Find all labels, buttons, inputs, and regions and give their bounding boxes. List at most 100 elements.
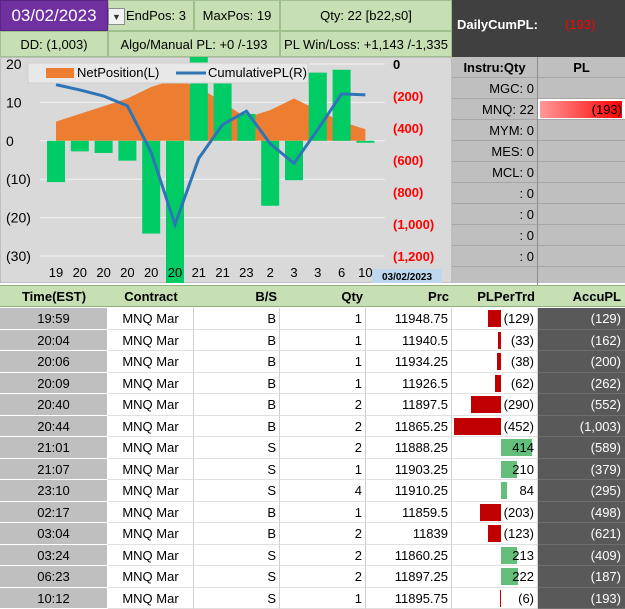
instrument-name: : 0	[452, 204, 538, 225]
instrument-row[interactable]: MGC: 0	[452, 78, 625, 99]
trade-contract: MNQ Mar	[108, 394, 194, 416]
instrument-pl	[538, 246, 625, 267]
table-row[interactable]: 20:40 MNQ Mar B 2 11897.5 (290) (552)	[0, 394, 625, 416]
trade-time: 20:44	[0, 415, 108, 438]
instrument-name: : 0	[452, 246, 538, 267]
instrument-name: MGC: 0	[452, 78, 538, 99]
table-row[interactable]: 10:12 MNQ Mar S 1 11895.75 (6) (193)	[0, 587, 625, 609]
date-dropdown-button[interactable]: ▼	[108, 8, 125, 25]
col-qty[interactable]: Qty	[280, 286, 366, 308]
table-row[interactable]: 03:24 MNQ Mar S 2 11860.25 213 (409)	[0, 544, 625, 567]
instrument-pl	[538, 183, 625, 204]
x-axis-tick: 21	[215, 265, 229, 280]
trade-accu-pl: (162)	[538, 329, 625, 352]
trade-qty: 1	[280, 372, 366, 395]
table-row[interactable]: 20:09 MNQ Mar B 1 11926.5 (62) (262)	[0, 372, 625, 395]
instrument-row[interactable]: : 0	[452, 183, 625, 204]
chart-date-label: 03/02/2023	[382, 272, 432, 283]
right-axis-tick: 0	[393, 57, 400, 72]
instrument-row[interactable]: MYM: 0	[452, 120, 625, 141]
table-row[interactable]: 23:10 MNQ Mar S 4 11910.25 84 (295)	[0, 480, 625, 502]
col-time[interactable]: Time(EST)	[0, 286, 108, 308]
pl-loss-bar	[470, 396, 501, 413]
trade-qty: 1	[280, 501, 366, 524]
trades-header: Time(EST) Contract B/S Qty Prc PLPerTrd …	[0, 285, 625, 307]
col-prc[interactable]: Prc	[366, 286, 452, 308]
right-axis-tick: (800)	[393, 185, 423, 200]
date-cell[interactable]: 03/02/2023	[0, 0, 108, 31]
pl-gain-bar	[501, 482, 508, 499]
col-contract[interactable]: Contract	[108, 286, 194, 308]
trade-pl: (33)	[452, 329, 538, 352]
left-axis-tick: (20)	[6, 210, 31, 226]
instrument-name: MYM: 0	[452, 120, 538, 141]
max-pos-cell: MaxPos: 19	[194, 0, 280, 31]
instrument-row[interactable]: MNQ: 22 (193)	[452, 99, 625, 120]
pl-per-trade-bar	[70, 140, 89, 152]
chevron-down-icon: ▼	[112, 11, 121, 22]
col-side[interactable]: B/S	[194, 286, 280, 308]
table-row[interactable]: 02:17 MNQ Mar B 1 11859.5 (203) (498)	[0, 501, 625, 524]
x-axis-tick: 10	[358, 265, 372, 280]
trade-side: B	[194, 501, 280, 524]
x-axis-tick: 3	[314, 265, 321, 280]
pl-loss-bar	[494, 374, 501, 392]
instrument-name: MCL: 0	[452, 162, 538, 183]
x-axis-tick: 6	[338, 265, 345, 280]
pl-per-trade-bar	[118, 140, 137, 161]
table-row[interactable]: 19:59 MNQ Mar B 1 11948.75 (129) (129)	[0, 308, 625, 330]
x-axis-tick: 23	[239, 265, 253, 280]
x-axis-tick: 19	[49, 265, 63, 280]
instrument-pl	[538, 78, 625, 99]
daily-cum-pl-label: DailyCumPL:	[457, 17, 538, 32]
table-row[interactable]: 03:04 MNQ Mar B 2 11839 (123) (621)	[0, 523, 625, 545]
table-row[interactable]: 21:01 MNQ Mar S 2 11888.25 414 (589)	[0, 437, 625, 459]
col-accu-pl[interactable]: AccuPL	[538, 286, 625, 308]
table-row[interactable]: 06:23 MNQ Mar S 2 11897.25 222 (187)	[0, 566, 625, 588]
daily-cum-pl-value: (193)	[565, 17, 596, 32]
instrument-row[interactable]: MCL: 0	[452, 162, 625, 183]
instrument-header-name: Instru:Qty	[452, 57, 538, 78]
table-row[interactable]: 21:07 MNQ Mar S 1 11903.25 210 (379)	[0, 458, 625, 481]
trade-pl: 84	[452, 480, 538, 502]
trade-pl: 210	[452, 458, 538, 481]
trade-qty: 2	[280, 437, 366, 459]
trade-contract: MNQ Mar	[108, 329, 194, 352]
instrument-pl	[538, 120, 625, 141]
trade-qty: 1	[280, 329, 366, 352]
trade-accu-pl: (1,003)	[538, 415, 625, 438]
trade-side: S	[194, 458, 280, 481]
table-row[interactable]: 20:04 MNQ Mar B 1 11940.5 (33) (162)	[0, 329, 625, 352]
trade-pl: (6)	[452, 587, 538, 609]
left-axis-tick: (10)	[6, 171, 31, 187]
qty-cell: Qty: 22 [b22,s0]	[280, 0, 452, 31]
trade-qty: 1	[280, 587, 366, 609]
trade-accu-pl: (200)	[538, 351, 625, 373]
trade-time: 20:04	[0, 329, 108, 352]
trade-time: 20:06	[0, 351, 108, 373]
instrument-row[interactable]: : 0	[452, 246, 625, 267]
trade-pl-value: (452)	[503, 418, 534, 434]
trade-accu-pl: (498)	[538, 501, 625, 524]
trade-qty: 1	[280, 351, 366, 373]
trade-contract: MNQ Mar	[108, 308, 194, 330]
trade-side: B	[194, 394, 280, 416]
instrument-row[interactable]: : 0	[452, 225, 625, 246]
trade-pl: 414	[452, 437, 538, 459]
trade-price: 11903.25	[366, 458, 452, 481]
left-axis-tick: 20	[6, 57, 22, 72]
table-row[interactable]: 20:44 MNQ Mar B 2 11865.25 (452) (1,003)	[0, 415, 625, 438]
trade-pl: (123)	[452, 523, 538, 545]
trade-pl-value: (123)	[503, 526, 534, 541]
left-axis-tick: 0	[6, 133, 14, 149]
instrument-row[interactable]: MES: 0	[452, 141, 625, 162]
table-row[interactable]: 20:06 MNQ Mar B 1 11934.25 (38) (200)	[0, 351, 625, 373]
col-pl-per-trade[interactable]: PLPerTrd	[452, 286, 538, 308]
trade-side: B	[194, 523, 280, 545]
trade-price: 11897.5	[366, 394, 452, 416]
trade-qty: 4	[280, 480, 366, 502]
instrument-row[interactable]: : 0	[452, 204, 625, 225]
trade-qty: 2	[280, 544, 366, 567]
trade-time: 06:23	[0, 566, 108, 588]
trade-pl-value: 84	[519, 483, 534, 498]
